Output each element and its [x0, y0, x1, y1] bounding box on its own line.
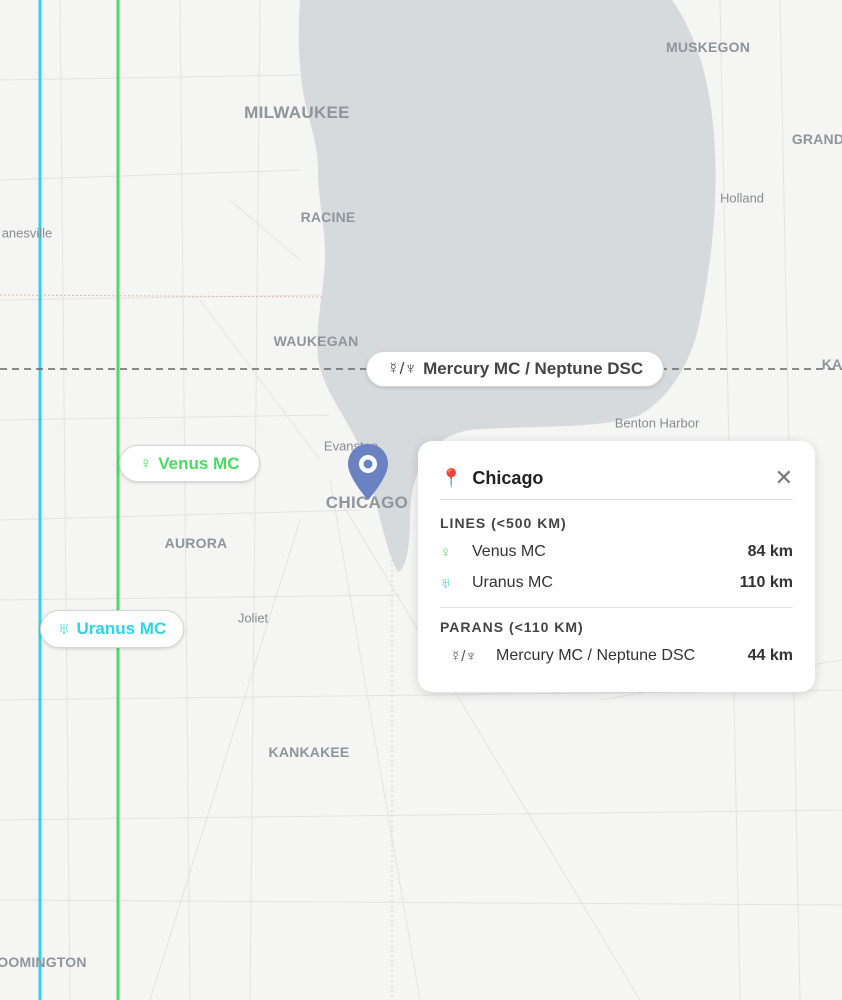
uranus-glyph-icon: ♅: [57, 619, 71, 638]
location-pin-icon[interactable]: [346, 442, 390, 502]
line-distance: 84 km: [747, 543, 793, 560]
city-label: WAUKEGAN: [273, 333, 359, 349]
city-label: GRAND: [791, 131, 842, 147]
uranus-line-label[interactable]: ♅ Uranus MC: [40, 610, 184, 648]
popup-divider: [440, 607, 793, 608]
mercury-neptune-glyph-icon: ☿/♆: [450, 647, 477, 665]
venus-glyph-icon: ♀: [440, 543, 452, 561]
location-popup: 📍 Chicago ✕ LINES (<500 KM) ♀ Venus MC 8…: [418, 441, 815, 692]
city-label: KANKAKEE: [268, 744, 350, 760]
venus-line-label[interactable]: ♀ Venus MC: [119, 445, 260, 482]
parans-section-header: PARANS (<110 KM): [440, 619, 584, 635]
paran-line-label-text: Mercury MC / Neptune DSC: [423, 359, 644, 378]
line-distance: 110 km: [739, 574, 793, 591]
lines-section-header: LINES (<500 KM): [440, 515, 567, 531]
city-label: KA: [821, 356, 842, 372]
red-pin-icon: 📍: [440, 467, 463, 488]
uranus-glyph-icon: ♅: [440, 574, 452, 592]
paran-line-label[interactable]: ☿/♆ Mercury MC / Neptune DSC: [366, 351, 664, 387]
line-name: Venus MC: [472, 543, 546, 560]
city-label: anesville: [1, 225, 53, 241]
mercury-neptune-glyph-icon: ☿/♆: [386, 359, 418, 378]
city-label: MILWAUKEE: [244, 103, 350, 122]
city-label: MUSKEGON: [665, 39, 751, 55]
close-icon[interactable]: ✕: [775, 467, 793, 489]
line-row[interactable]: ♀ Venus MC 84 km: [440, 541, 793, 563]
popup-title: Chicago: [472, 467, 544, 488]
city-label: Holland: [719, 190, 765, 206]
line-row[interactable]: ♅ Uranus MC 110 km: [440, 572, 793, 594]
city-label: Joliet: [237, 610, 269, 626]
venus-glyph-icon: ♀: [139, 453, 153, 473]
paran-distance: 44 km: [747, 647, 793, 664]
city-label: Benton Harbor: [614, 415, 700, 431]
popup-header: 📍 Chicago ✕: [440, 457, 793, 500]
uranus-line-label-text: Uranus MC: [76, 619, 167, 638]
venus-line-label-text: Venus MC: [158, 453, 240, 473]
city-label: AURORA: [164, 535, 228, 551]
paran-name: Mercury MC / Neptune DSC: [496, 647, 696, 664]
paran-row[interactable]: ☿/♆ Mercury MC / Neptune DSC 44 km: [440, 645, 793, 667]
city-label: RACINE: [300, 209, 356, 225]
city-label: OOMINGTON: [0, 954, 87, 970]
line-name: Uranus MC: [472, 574, 553, 591]
